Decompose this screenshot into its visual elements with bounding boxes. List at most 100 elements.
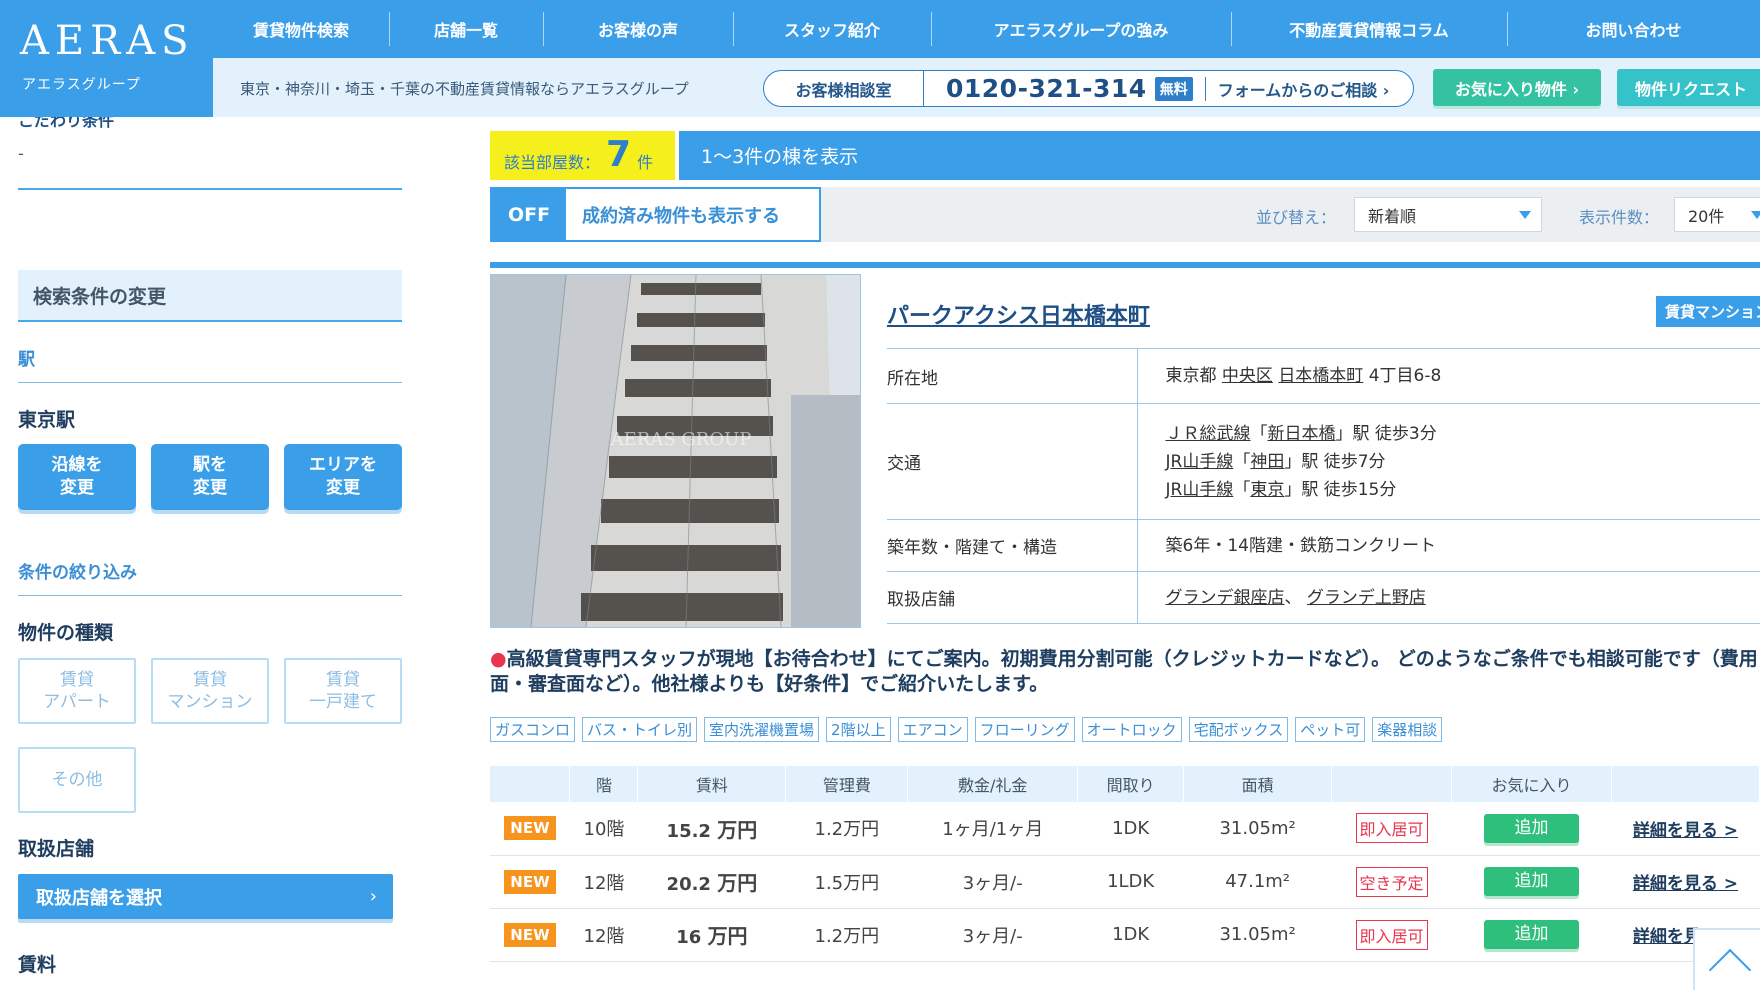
- detail-link[interactable]: 詳細を見る >: [1633, 821, 1738, 841]
- room-deposit: 3ヶ月/-: [907, 908, 1078, 962]
- room-layout: 1LDK: [1077, 855, 1184, 909]
- line-link[interactable]: JR山手線: [1166, 480, 1234, 500]
- room-table-header: 階 賃料 管理費 敷金/礼金 間取り 面積 お気に入り: [490, 766, 1760, 802]
- scroll-top-button[interactable]: [1693, 928, 1760, 990]
- request-button[interactable]: 物件リクエスト: [1617, 69, 1760, 106]
- per-page-select[interactable]: 20件: [1674, 197, 1760, 232]
- sort-select[interactable]: 新着順: [1354, 197, 1542, 232]
- status-badge: 即入居可: [1355, 813, 1428, 844]
- line-link[interactable]: ＪＲ総武線: [1166, 424, 1251, 444]
- room-floor: 10階: [569, 802, 638, 856]
- rent-heading: 賃料: [18, 954, 57, 976]
- station-name: 東京駅: [18, 409, 76, 431]
- access-line: ＪＲ総武線「新日本橋」駅 徒歩3分: [1165, 423, 1437, 444]
- store-link[interactable]: グランデ銀座店: [1166, 588, 1285, 608]
- add-favorite-button[interactable]: 追加: [1483, 920, 1579, 949]
- show-contracted-toggle[interactable]: OFF 成約済み物件も表示する: [490, 187, 821, 242]
- type-apartment-button[interactable]: 賃貸 アパート: [18, 658, 136, 724]
- room-layout: 1DK: [1077, 908, 1184, 962]
- result-count: 該当部屋数： 7 件: [490, 131, 675, 180]
- property-photo[interactable]: AERAS GROUP: [490, 274, 861, 628]
- access-line: JR山手線「神田」駅 徒歩7分: [1165, 451, 1386, 472]
- walk-time: 徒歩7分: [1323, 451, 1386, 472]
- station-link[interactable]: 駅: [18, 345, 35, 370]
- room-layout: 1DK: [1077, 802, 1184, 856]
- address-town-link[interactable]: 日本橋本町: [1278, 366, 1363, 386]
- station-link[interactable]: 東京: [1250, 480, 1284, 500]
- nav-column[interactable]: 不動産賃貸情報コラム: [1231, 0, 1507, 58]
- detail-link[interactable]: 詳細を見る >: [1633, 874, 1738, 894]
- info-row-stores: 取扱店舗 グランデ銀座店、 グランデ上野店: [887, 571, 1760, 624]
- status-badge: 空き予定: [1355, 866, 1428, 897]
- room-rent: 15.2 万円: [637, 802, 786, 856]
- type-other-button[interactable]: その他: [18, 747, 136, 813]
- sub-header: 東京・神奈川・埼玉・千葉の不動産賃貸情報ならアエラスグループ お客様相談室 01…: [213, 58, 1760, 117]
- nav-contact[interactable]: お問い合わせ: [1507, 0, 1760, 58]
- change-line-button[interactable]: 沿線を 変更: [18, 444, 136, 510]
- narrow-conditions-link[interactable]: 条件の絞り込み: [18, 558, 137, 583]
- feature-tags: ガスコンロ バス・トイレ別 室内洗濯機置場 2階以上 エアコン フローリング オ…: [490, 717, 1443, 742]
- change-area-button[interactable]: エリアを 変更: [284, 444, 402, 510]
- logo-text: AERAS: [20, 18, 195, 64]
- room-deposit: 1ヶ月/1ヶ月: [907, 802, 1078, 856]
- chevron-up-icon: [1708, 948, 1752, 990]
- address-ward-link[interactable]: 中央区: [1222, 366, 1273, 386]
- station-link[interactable]: 神田: [1250, 452, 1284, 472]
- caret-down-icon: [1751, 211, 1760, 219]
- info-row-access: 交通 ＪＲ総武線「新日本橋」駅 徒歩3分 JR山手線「神田」駅 徒歩7分 JR山…: [887, 403, 1760, 520]
- rent-unit: 万円: [707, 924, 748, 948]
- property-name-link[interactable]: パークアクシス日本橋本町: [887, 298, 1150, 330]
- room-rent: 20.2 万円: [637, 855, 786, 909]
- line-link[interactable]: JR山手線: [1166, 452, 1234, 472]
- nav-strengths[interactable]: アエラスグループの強み: [931, 0, 1231, 58]
- room-fee: 1.2万円: [785, 908, 908, 962]
- room-rent: 16 万円: [637, 908, 786, 962]
- condition-change-heading: 検索条件の変更: [18, 270, 402, 322]
- room-fee: 1.2万円: [785, 802, 908, 856]
- red-dot-icon: ●: [490, 648, 507, 670]
- nav-staff[interactable]: スタッフ紹介: [733, 0, 931, 58]
- feature-tag: エアコン: [897, 717, 968, 742]
- feature-tag: ペット可: [1295, 717, 1366, 742]
- change-station-button[interactable]: 駅を 変更: [151, 444, 269, 510]
- header-floor: 階: [569, 766, 639, 802]
- rent-unit: 万円: [717, 871, 758, 895]
- building-illustration: AERAS GROUP: [491, 275, 860, 627]
- favorites-button[interactable]: お気に入り物件 ›: [1433, 69, 1601, 106]
- new-badge: NEW: [504, 922, 556, 947]
- rent-value: 20.2: [666, 874, 711, 895]
- select-store-button[interactable]: 取扱店舗を選択 ›: [18, 874, 393, 919]
- address-label: 所在地: [887, 348, 1138, 404]
- header-detail: [1611, 766, 1760, 802]
- sidebar-dash: -: [18, 144, 24, 163]
- table-row: NEW 10階 15.2 万円 1.2万円 1ヶ月/1ヶ月 1DK 31.05m…: [490, 802, 1760, 856]
- room-area: 47.1m²: [1183, 855, 1332, 909]
- table-row: NEW 12階 20.2 万円 1.5万円 3ヶ月/- 1LDK 47.1m² …: [490, 855, 1760, 909]
- feature-tag: 室内洗濯機置場: [704, 717, 820, 742]
- add-favorite-button[interactable]: 追加: [1483, 867, 1579, 896]
- feature-tag: オートロック: [1081, 717, 1182, 742]
- info-row-address: 所在地 東京都 中央区 日本橋本町 4丁目6-8: [887, 348, 1760, 404]
- phone-label: お客様相談室: [764, 71, 924, 106]
- type-house-button[interactable]: 賃貸 一戸建て: [284, 658, 402, 724]
- feature-tag: 楽器相談: [1372, 717, 1443, 742]
- station-link[interactable]: 新日本橋: [1268, 424, 1336, 444]
- photo-watermark: AERAS GROUP: [610, 429, 752, 450]
- form-consult-link[interactable]: フォームからのご相談 ›: [1204, 76, 1389, 101]
- address-rest: 4丁目6-8: [1368, 366, 1442, 386]
- header-badge: [490, 766, 571, 802]
- room-area: 31.05m²: [1183, 802, 1332, 856]
- site-logo[interactable]: AERAS アエラスグループ: [0, 0, 213, 117]
- room-deposit: 3ヶ月/-: [907, 855, 1078, 909]
- add-favorite-button[interactable]: 追加: [1483, 813, 1579, 843]
- type-mansion-button[interactable]: 賃貸 マンション: [151, 658, 269, 724]
- nav-customer-voice[interactable]: お客様の声: [543, 0, 733, 58]
- walk-time: 徒歩15分: [1323, 479, 1397, 500]
- nav-store-list[interactable]: 店舗一覧: [389, 0, 543, 58]
- nav-rental-search[interactable]: 賃貸物件検索: [213, 0, 389, 58]
- access-value: ＪＲ総武線「新日本橋」駅 徒歩3分 JR山手線「神田」駅 徒歩7分 JR山手線「…: [1137, 403, 1760, 520]
- chevron-right-icon: ›: [369, 886, 377, 907]
- sort-value: 新着順: [1368, 206, 1417, 226]
- store-link[interactable]: グランデ上野店: [1307, 588, 1426, 608]
- phone-number[interactable]: 0120-321-314: [946, 74, 1147, 103]
